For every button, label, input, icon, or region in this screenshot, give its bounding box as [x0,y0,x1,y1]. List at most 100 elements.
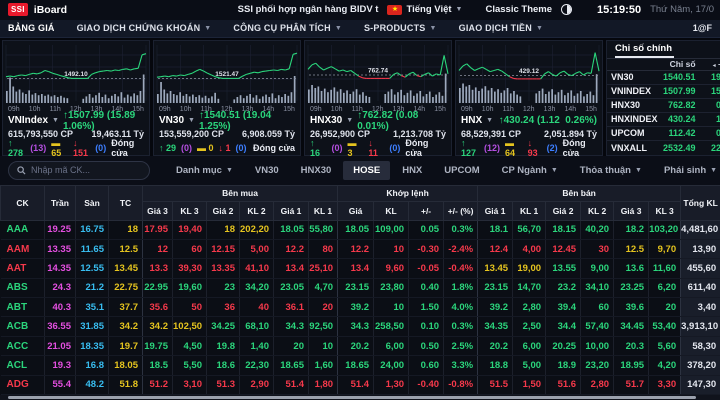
price-cell[interactable]: 22.95 [142,278,173,299]
price-cell[interactable]: 12.45 [545,239,582,260]
price-cell[interactable]: 51.4 [337,375,375,396]
price-cell[interactable]: 2,50 [512,316,547,337]
ticker-cell[interactable]: ABS [0,278,45,299]
theme-toggle-icon[interactable] [561,4,573,16]
price-cell[interactable]: -0.4% [443,258,479,279]
price-cell[interactable]: 39,30 [172,258,207,279]
price-cell[interactable]: -2.4% [443,239,479,260]
price-cell[interactable]: 2,90 [239,375,274,396]
price-cell[interactable]: 13.6 [613,258,650,279]
price-cell[interactable]: 39.4 [545,297,582,318]
price-cell[interactable]: 51.5 [477,375,514,396]
price-cell[interactable]: 34.25 [206,316,240,337]
price-cell[interactable]: 18.95 [613,355,650,376]
price-cell[interactable]: 0.40 [408,278,445,299]
price-cell[interactable]: 56,70 [512,220,547,240]
price-cell[interactable]: 3,30 [648,375,682,396]
menu-item-bang-gia[interactable]: BẢNG GIÁ [8,23,55,33]
price-cell[interactable]: 14,70 [512,278,547,299]
price-cell[interactable]: 19,00 [512,258,547,279]
price-cell[interactable]: 51.7 [613,375,650,396]
price-cell[interactable]: 18.65 [273,355,309,376]
tab-vn30[interactable]: VN30 [245,161,289,180]
price-cell[interactable]: 1,60 [308,355,339,376]
price-cell[interactable]: 4,70 [308,278,339,299]
price-cell[interactable]: 20 [273,336,309,357]
price-cell[interactable]: 36.1 [273,297,309,318]
price-cell[interactable]: 51.4 [273,375,309,396]
price-cell[interactable]: 60 [172,239,207,260]
price-cell[interactable]: 18.05 [337,220,375,240]
price-cell[interactable]: 4.0% [443,297,479,318]
tab-cp-nganh[interactable]: CP Ngành ▼ [492,161,568,180]
price-cell[interactable]: 18.1 [477,220,514,240]
price-cell[interactable]: 3.3% [443,355,479,376]
price-cell[interactable]: 1.8% [443,278,479,299]
sidebar-index-row-hnx30[interactable]: HNX30 762.82 0.08 [607,99,720,113]
price-cell[interactable]: 6,00 [373,336,410,357]
symbol-search[interactable] [8,160,150,180]
price-cell[interactable]: 34.2 [142,316,173,337]
sidebar-index-row-hnxindex[interactable]: HNXINDEX 430.24 1.12 [607,113,720,127]
price-cell[interactable]: 80 [308,239,339,260]
price-cell[interactable]: 23.05 [273,278,309,299]
ticker-cell[interactable]: ACL [0,355,45,376]
price-cell[interactable]: 0.10 [408,316,445,337]
price-cell[interactable]: 202,20 [239,220,274,240]
price-cell[interactable]: 258,50 [373,316,410,337]
price-cell[interactable]: 34.4 [545,316,582,337]
price-cell[interactable]: 23.15 [477,278,514,299]
price-cell[interactable]: 4,50 [172,336,207,357]
price-cell[interactable]: 19.75 [142,336,173,357]
price-cell[interactable]: -0.05 [408,258,445,279]
chevron-down-icon[interactable]: ▼ [346,117,353,124]
price-cell[interactable]: 5,00 [512,355,547,376]
col-change-pager[interactable]: ◂ +/- ▸ [696,59,720,69]
price-cell[interactable]: 34,20 [239,278,274,299]
tab-danh-muc[interactable]: Danh mục ▼ [166,161,243,180]
price-cell[interactable]: 40,20 [580,220,615,240]
price-cell[interactable]: 13.4 [337,258,375,279]
scrollbar-thumb[interactable] [8,396,696,400]
price-cell[interactable]: 1,80 [308,375,339,396]
ticker-cell[interactable]: AAM [0,239,45,260]
price-cell[interactable]: 103,20 [648,220,682,240]
price-cell[interactable]: 92,50 [308,316,339,337]
ticker-cell[interactable]: ACB [0,316,45,337]
price-cell[interactable]: 23,20 [580,355,615,376]
price-cell[interactable]: 23 [206,278,240,299]
price-cell[interactable]: 68,10 [239,316,274,337]
price-cell[interactable]: 12.5 [613,239,650,260]
price-cell[interactable]: 18.15 [545,220,582,240]
language-selector[interactable]: ★ Tiếng Việt ▼ [387,4,462,15]
price-cell[interactable]: 2,80 [512,297,547,318]
tab-main-indices[interactable]: Chỉ số chính [615,41,674,58]
price-cell[interactable]: 36 [206,297,240,318]
price-cell[interactable]: 18.65 [337,355,375,376]
price-cell[interactable]: 12.4 [477,239,514,260]
price-cell[interactable]: 13.55 [545,258,582,279]
price-cell[interactable]: 0.3% [443,316,479,337]
chevron-down-icon[interactable]: ▼ [486,117,493,124]
price-cell[interactable]: 57,40 [580,316,615,337]
sidebar-index-row-upcom[interactable]: UPCOM 112.42 0.62 [607,127,720,141]
price-cell[interactable]: 19.8 [206,336,240,357]
price-cell[interactable]: 35.6 [142,297,173,318]
price-cell[interactable]: 13.35 [206,258,240,279]
price-cell[interactable]: -0.40 [408,375,445,396]
price-cell[interactable]: 2.5% [443,336,479,357]
price-cell[interactable]: 9,00 [580,258,615,279]
price-cell[interactable]: 50 [172,297,207,318]
menu-item-cong-cu-phan-tich[interactable]: CÔNG CỤ PHÂN TÍCH ▼ [233,23,342,33]
price-cell[interactable]: 19,40 [172,220,207,240]
price-cell[interactable]: 41,10 [239,258,274,279]
price-cell[interactable]: 6,00 [512,336,547,357]
price-cell[interactable]: 12.2 [273,239,309,260]
price-cell[interactable]: 5,50 [172,355,207,376]
price-cell[interactable]: 20 [648,297,682,318]
menu-item-giao-dich-tien[interactable]: GIAO DỊCH TIỀN ▼ [459,23,543,33]
price-cell[interactable]: 4,00 [512,239,547,260]
price-cell[interactable]: 39.6 [613,297,650,318]
price-cell[interactable]: 10 [373,297,410,318]
price-cell[interactable]: 102,50 [172,316,207,337]
